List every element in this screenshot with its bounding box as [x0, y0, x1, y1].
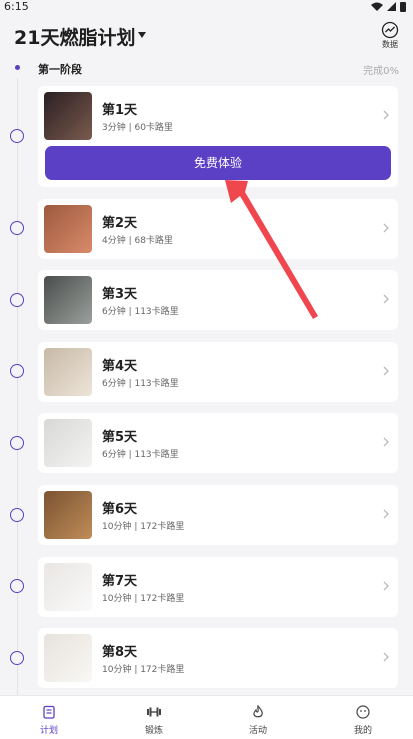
- status-time: 6:15: [4, 0, 29, 13]
- chart-trend-icon: [381, 21, 399, 39]
- tab-profile[interactable]: 我的: [333, 696, 393, 739]
- stage-progress: 完成0%: [363, 66, 399, 77]
- tab-workout-label: 锻炼: [144, 726, 163, 736]
- day-status-circle: [10, 436, 24, 450]
- day-title: 第6天: [102, 502, 138, 517]
- battery-icon: [400, 2, 406, 12]
- caret-down-icon[interactable]: [137, 30, 147, 40]
- wifi-icon: [371, 2, 383, 11]
- data-button-label: 数据: [382, 40, 398, 49]
- day-meta: 6分钟 | 113卡路里: [102, 379, 179, 389]
- chevron-right-icon: [383, 509, 389, 519]
- day-card[interactable]: 第6天 10分钟 | 172卡路里: [38, 485, 398, 545]
- day-thumbnail: [44, 276, 92, 324]
- tab-plan[interactable]: 计划: [19, 696, 79, 739]
- day-thumbnail: [44, 92, 92, 140]
- day-status-circle: [10, 129, 24, 143]
- timeline-line: [17, 78, 18, 698]
- day-card[interactable]: 第2天 4分钟 | 68卡路里: [38, 199, 398, 259]
- day-title: 第5天: [102, 430, 138, 445]
- day-card[interactable]: 第7天 10分钟 | 172卡路里: [38, 557, 398, 617]
- chevron-right-icon: [383, 437, 389, 447]
- chevron-right-icon: [383, 581, 389, 591]
- day-title: 第8天: [102, 645, 138, 660]
- chevron-right-icon: [383, 652, 389, 662]
- day-meta: 6分钟 | 113卡路里: [102, 307, 179, 317]
- header: 21天燃脂计划 数据: [0, 14, 413, 58]
- day-thumbnail: [44, 205, 92, 253]
- day-title: 第1天: [102, 103, 138, 118]
- day-thumbnail: [44, 563, 92, 611]
- stage-name: 第一阶段: [38, 63, 82, 76]
- day-title: 第4天: [102, 359, 138, 374]
- day-card[interactable]: 第5天 6分钟 | 113卡路里: [38, 413, 398, 473]
- tab-activity[interactable]: 活动: [228, 696, 288, 739]
- tab-plan-label: 计划: [39, 726, 58, 736]
- day-meta: 4分钟 | 68卡路里: [102, 236, 173, 246]
- day-title: 第7天: [102, 574, 138, 589]
- day-thumbnail: [44, 491, 92, 539]
- signal-icon: [387, 2, 396, 11]
- chevron-right-icon: [383, 366, 389, 376]
- day-meta: 3分钟 | 60卡路里: [102, 123, 173, 133]
- tab-profile-label: 我的: [353, 726, 372, 736]
- status-bar: 6:15: [0, 0, 413, 14]
- flame-icon: [253, 705, 263, 718]
- day-meta: 10分钟 | 172卡路里: [102, 522, 185, 532]
- day-meta: 6分钟 | 113卡路里: [102, 450, 179, 460]
- stage-dot: [15, 65, 20, 70]
- plan-icon: [43, 705, 55, 719]
- day-thumbnail: [44, 419, 92, 467]
- tab-activity-label: 活动: [248, 726, 267, 736]
- day-card[interactable]: 第3天 6分钟 | 113卡路里: [38, 270, 398, 330]
- day-thumbnail: [44, 634, 92, 682]
- chevron-right-icon: [383, 110, 389, 120]
- free-trial-button[interactable]: 免费体验: [45, 146, 391, 180]
- tab-workout[interactable]: 锻炼: [124, 696, 184, 739]
- data-button[interactable]: 数据: [377, 21, 403, 51]
- day-title: 第3天: [102, 287, 138, 302]
- day-status-circle: [10, 651, 24, 665]
- day-card[interactable]: 第1天 3分钟 | 60卡路里 免费体验: [38, 86, 398, 187]
- dumbbell-icon: [147, 707, 161, 717]
- chevron-right-icon: [383, 223, 389, 233]
- page-title[interactable]: 21天燃脂计划: [14, 23, 135, 50]
- bottom-tab-bar: 计划 锻炼 活动 我的: [0, 695, 413, 739]
- day-meta: 10分钟 | 172卡路里: [102, 594, 185, 604]
- stage-heading: 第一阶段 完成0%: [0, 58, 413, 78]
- day-title: 第2天: [102, 216, 138, 231]
- day-card[interactable]: 第4天 6分钟 | 113卡路里: [38, 342, 398, 402]
- day-status-circle: [10, 221, 24, 235]
- day-status-circle: [10, 579, 24, 593]
- day-status-circle: [10, 364, 24, 378]
- profile-icon: [356, 705, 370, 719]
- day-status-circle: [10, 293, 24, 307]
- status-icons: [369, 1, 409, 12]
- day-thumbnail: [44, 348, 92, 396]
- day-status-circle: [10, 508, 24, 522]
- chevron-right-icon: [383, 294, 389, 304]
- day-meta: 10分钟 | 172卡路里: [102, 665, 185, 675]
- day-card[interactable]: 第8天 10分钟 | 172卡路里: [38, 628, 398, 688]
